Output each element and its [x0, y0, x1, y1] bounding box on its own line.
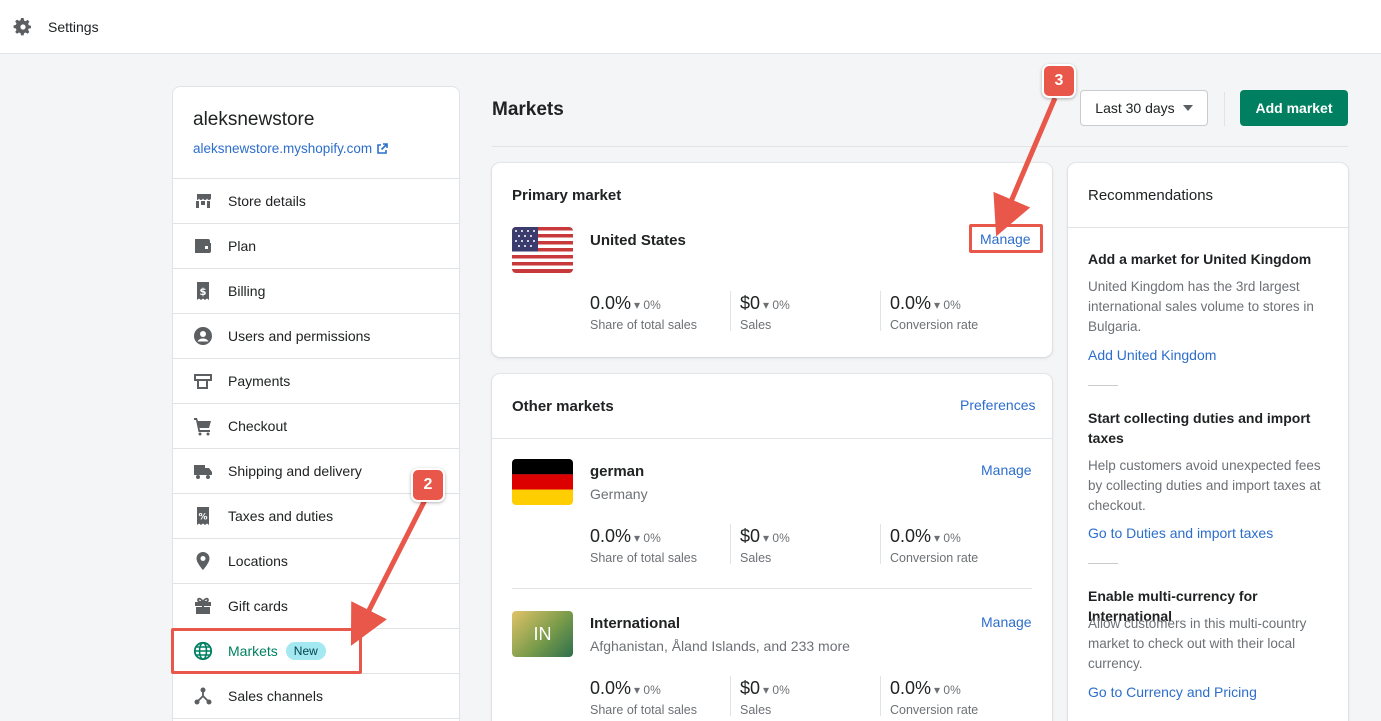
annotation-arrows: [350, 97, 1058, 646]
step-2-arrow: [350, 498, 428, 646]
step-3-marker: 3: [1042, 64, 1076, 98]
step-2-marker: 2: [411, 468, 445, 502]
step-3-arrow: [993, 97, 1058, 237]
